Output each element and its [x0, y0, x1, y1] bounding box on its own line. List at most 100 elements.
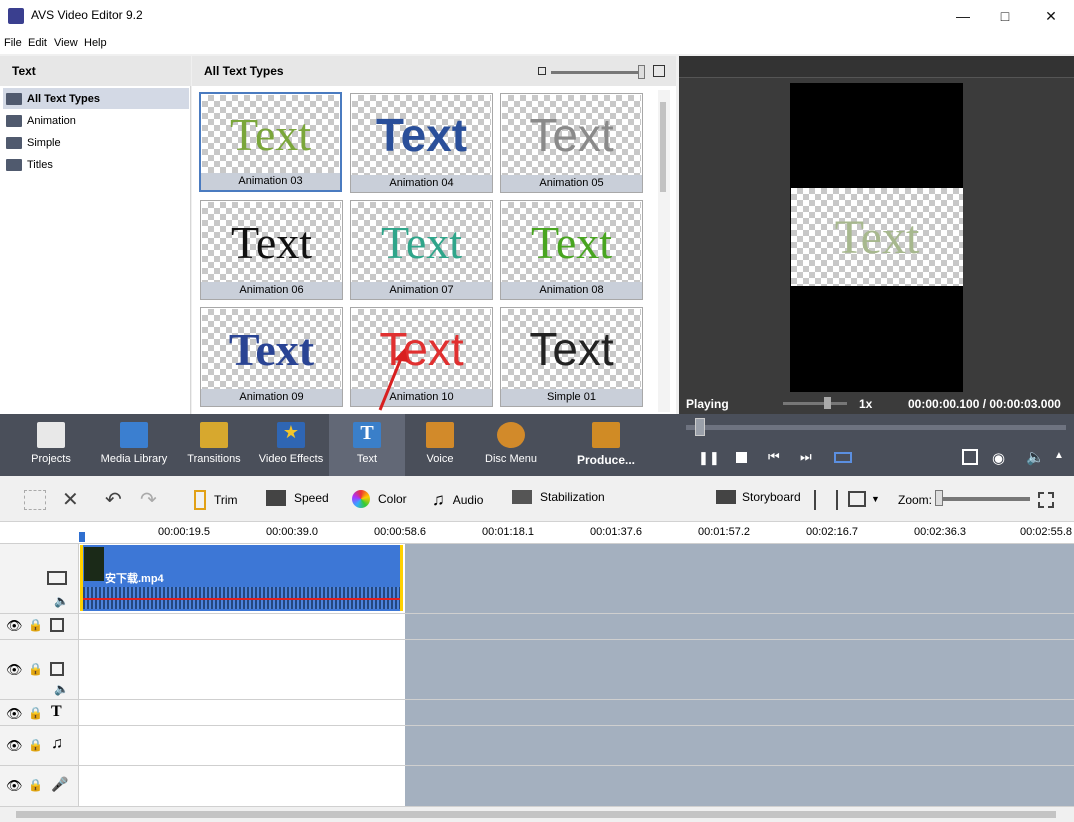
- produce-icon: [592, 422, 620, 448]
- scrollbar-thumb[interactable]: [660, 102, 666, 192]
- time-readout: 00:00:00.100 / 00:00:03.000: [908, 397, 1061, 411]
- zoom-slider-handle[interactable]: [935, 490, 943, 506]
- pause-icon[interactable]: ❚❚: [698, 450, 720, 466]
- volume-menu-icon[interactable]: ▲: [1054, 450, 1064, 461]
- playback-status: Playing: [686, 397, 729, 411]
- monitor-icon[interactable]: [848, 491, 866, 507]
- track-separator: [0, 725, 1074, 726]
- eye-icon[interactable]: 👁: [6, 662, 23, 678]
- volume-line[interactable]: [83, 598, 400, 600]
- category-titles[interactable]: Titles: [3, 154, 189, 175]
- grid-scrollbar[interactable]: [658, 90, 670, 412]
- speed-slider-handle[interactable]: [824, 397, 831, 409]
- lock-icon[interactable]: 🔒: [28, 778, 43, 792]
- menu-view[interactable]: View: [54, 37, 78, 49]
- snapshot-icon[interactable]: ◉: [992, 449, 1005, 467]
- clapperboard-icon: [37, 422, 65, 448]
- redo-icon[interactable]: ↷: [140, 487, 157, 512]
- category-all-text-types[interactable]: All Text Types: [3, 88, 189, 109]
- text-type-animation-09[interactable]: Text Animation 09: [200, 307, 343, 407]
- storyboard-button[interactable]: Storyboard: [716, 490, 801, 504]
- audio-mute-icon[interactable]: 🔈: [54, 594, 69, 608]
- color-wheel-icon: [352, 490, 370, 508]
- lock-icon[interactable]: 🔒: [28, 738, 43, 752]
- folder-icon: [6, 92, 22, 105]
- stabilization-button[interactable]: Stabilization: [512, 490, 605, 504]
- tool-transitions[interactable]: Transitions: [182, 414, 246, 476]
- text-preview: Text: [352, 202, 491, 282]
- lock-icon[interactable]: 🔒: [28, 618, 43, 632]
- text-preview: Text: [202, 309, 341, 389]
- text-type-animation-08[interactable]: Text Animation 08: [500, 200, 643, 300]
- next-frame-icon[interactable]: ⏭: [800, 449, 812, 465]
- text-type-animation-07[interactable]: Text Animation 07: [350, 200, 493, 300]
- monitor-menu-icon[interactable]: ▼: [871, 494, 880, 504]
- lock-icon[interactable]: 🔒: [28, 662, 43, 676]
- audio-mixer-icon[interactable]: [814, 490, 838, 510]
- edit-toolbar: ✕ ↶ ↷ Trim Speed Color ♫ Audio Stabilizat…: [0, 478, 1074, 522]
- menu-file[interactable]: File: [4, 37, 22, 49]
- clip-thumbnail: [84, 547, 104, 581]
- delete-icon[interactable]: ✕: [62, 487, 79, 512]
- eye-icon[interactable]: 👁: [6, 778, 23, 794]
- fit-frame-icon[interactable]: [834, 452, 852, 463]
- eye-icon[interactable]: 👁: [6, 706, 23, 722]
- tool-media-library[interactable]: Media Library: [96, 414, 172, 476]
- text-type-animation-05[interactable]: Text Animation 05: [500, 93, 643, 193]
- folder-icon: [6, 158, 22, 171]
- audio-mute-icon[interactable]: 🔈: [54, 682, 69, 696]
- color-button[interactable]: Color: [352, 490, 407, 508]
- undo-icon[interactable]: ↶: [105, 487, 122, 512]
- tool-projects[interactable]: Projects: [18, 414, 84, 476]
- eye-icon[interactable]: 👁: [6, 618, 23, 634]
- speed-button[interactable]: Speed: [266, 490, 329, 506]
- seek-bar[interactable]: [686, 425, 1066, 430]
- playhead-marker[interactable]: [79, 532, 85, 542]
- category-animation[interactable]: Animation: [3, 110, 189, 131]
- maximize-button[interactable]: □: [982, 0, 1028, 32]
- speed-slider[interactable]: [783, 402, 847, 405]
- large-thumb-icon[interactable]: [653, 65, 665, 77]
- timeline-ruler[interactable]: 00:00:19.5 00:00:39.0 00:00:58.6 00:01:1…: [0, 522, 1074, 544]
- clip-name: 安下载.mp4: [105, 573, 164, 585]
- slider-handle[interactable]: [638, 65, 645, 79]
- text-type-animation-03[interactable]: Text Animation 03: [199, 92, 342, 192]
- menu-help[interactable]: Help: [84, 37, 107, 49]
- zoom-slider[interactable]: [936, 497, 1030, 501]
- select-icon[interactable]: [24, 490, 46, 510]
- close-button[interactable]: ✕: [1028, 0, 1074, 32]
- volume-icon[interactable]: 🔈: [1026, 448, 1045, 466]
- video-track-icon: [47, 571, 67, 585]
- tool-disc-menu[interactable]: Disc Menu: [478, 414, 544, 476]
- text-type-animation-04[interactable]: Text Animation 04: [350, 93, 493, 193]
- menu-edit[interactable]: Edit: [28, 37, 47, 49]
- text-type-animation-06[interactable]: Text Animation 06: [200, 200, 343, 300]
- text-preview: Text: [502, 95, 641, 175]
- stop-icon[interactable]: [736, 452, 747, 463]
- thumb-size-slider[interactable]: [551, 71, 643, 74]
- menu-bar: File Edit View Help: [0, 32, 1074, 54]
- eye-icon[interactable]: 👁: [6, 738, 23, 754]
- text-type-simple-01[interactable]: Text Simple 01: [500, 307, 643, 407]
- annotation-arrow-icon: [378, 348, 408, 411]
- tool-voice[interactable]: Voice: [410, 414, 470, 476]
- zoom-fit-icon[interactable]: [1038, 492, 1054, 508]
- fullscreen-icon[interactable]: [962, 449, 978, 465]
- trim-button[interactable]: Trim: [194, 490, 238, 510]
- minimize-button[interactable]: —: [940, 0, 986, 32]
- title-bar: AVS Video Editor 9.2 — □ ✕: [0, 0, 1074, 32]
- scrollbar-thumb[interactable]: [16, 811, 1056, 818]
- tool-produce[interactable]: Produce...: [568, 414, 644, 476]
- ruler-tick-label: 00:01:57.2: [698, 526, 750, 538]
- tool-video-effects[interactable]: ★ Video Effects: [254, 414, 328, 476]
- audio-button[interactable]: ♫ Audio: [432, 490, 483, 510]
- previous-frame-icon[interactable]: ⏮: [768, 449, 780, 465]
- small-thumb-icon[interactable]: [538, 67, 546, 75]
- video-clip[interactable]: 安下载.mp4: [80, 545, 403, 611]
- microphone-track-icon: 🎤: [51, 776, 69, 792]
- seek-handle[interactable]: [695, 418, 705, 436]
- category-simple[interactable]: Simple: [3, 132, 189, 153]
- timeline-hscrollbar[interactable]: [0, 806, 1074, 822]
- lock-icon[interactable]: 🔒: [28, 706, 43, 720]
- tool-text[interactable]: T Text: [329, 414, 405, 476]
